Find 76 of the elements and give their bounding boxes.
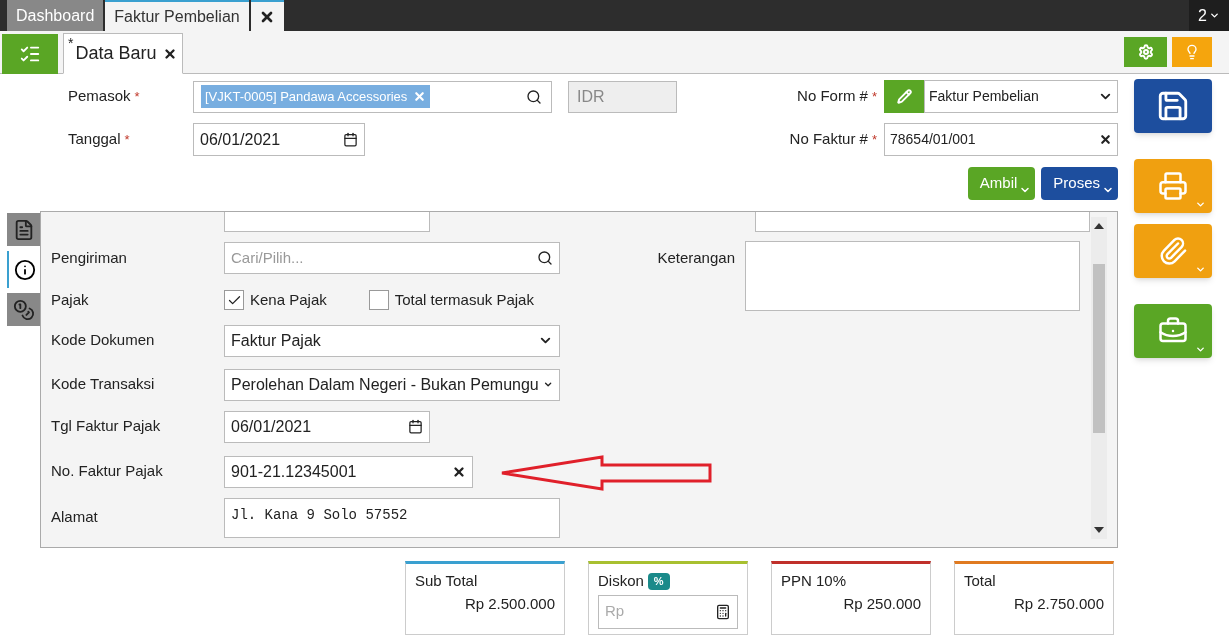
action-button[interactable]: Proses [1041, 167, 1118, 200]
edit-button[interactable] [884, 80, 924, 113]
field-label: Kode Transaksi [51, 374, 156, 395]
field-label: No Faktur # [789, 129, 868, 150]
card-value: Rp 2.500.000 [463, 593, 555, 614]
save-icon [1156, 89, 1190, 123]
settings-button[interactable] [1124, 37, 1167, 67]
invoice-field[interactable]: 78654/01/001 [884, 123, 1118, 156]
search-icon [526, 88, 542, 105]
tips-button[interactable] [1172, 37, 1212, 67]
text-area[interactable]: Jl. Kana 9 Solo 57552 [224, 497, 560, 538]
scrollbar[interactable] [1091, 217, 1107, 539]
required-mark: * [134, 87, 140, 106]
checkbox-label: Total termasuk Pajak [394, 290, 534, 310]
settings-icon [1137, 44, 1154, 60]
card-label: PPN 10% [781, 571, 848, 591]
chevron-down-icon [1195, 264, 1206, 275]
card-label: Total [964, 571, 997, 591]
clear-icon [1099, 133, 1112, 146]
input-field[interactable] [755, 212, 1090, 232]
field-label: Alamat [51, 507, 99, 528]
document-tab[interactable]: *Data Baru [63, 33, 183, 74]
input-field[interactable]: 901-21.12345001 [224, 455, 473, 488]
close-icon[interactable] [162, 46, 177, 61]
required-mark: * [871, 87, 877, 106]
calculator-icon [715, 603, 731, 620]
calendar-icon [343, 132, 358, 147]
checkbox-label: Kena Pajak [250, 290, 327, 310]
field-label: Pemasok [68, 86, 131, 107]
chevron-down-icon [1208, 10, 1220, 21]
remove-icon[interactable] [413, 90, 427, 103]
text-area[interactable] [745, 241, 1080, 311]
search-icon [537, 250, 553, 266]
card-value: Rp 250.000 [842, 593, 921, 614]
required-mark: * [124, 130, 130, 149]
field-label: Tanggal [68, 129, 121, 150]
field-label: Pengiriman [51, 247, 128, 268]
save-button[interactable] [1134, 79, 1212, 133]
print-button[interactable] [1134, 159, 1212, 213]
attach-button[interactable] [1134, 224, 1212, 278]
field-label: Keterangan [656, 248, 736, 268]
field-label: Pajak [51, 290, 90, 310]
chevron-down-icon [1195, 199, 1206, 210]
tab[interactable]: Faktur Pembelian [105, 0, 249, 31]
clear-icon [452, 464, 466, 479]
checkbox[interactable] [224, 290, 244, 311]
date-field[interactable]: 06/01/2021 [224, 410, 430, 443]
info-icon [13, 258, 36, 281]
calendar-icon [408, 419, 423, 434]
required-mark: * [871, 130, 877, 149]
printer-icon [1158, 171, 1188, 201]
card-label: Sub Total [415, 571, 479, 591]
checkbox[interactable] [368, 290, 389, 311]
paperclip-icon [1158, 236, 1188, 266]
pencil-icon [896, 89, 912, 104]
card-value: Rp 2.750.000 [1012, 593, 1104, 614]
chevron-down-icon [1195, 344, 1206, 355]
lightbulb-icon [1184, 44, 1200, 60]
percent-toggle[interactable]: % [647, 573, 670, 590]
menu-button[interactable] [2, 34, 58, 74]
field-label: No Form # [797, 86, 868, 107]
date-field[interactable]: 06/01/2021 [193, 123, 365, 156]
card-label: Diskon [598, 571, 644, 591]
field-label: Kode Dokumen [51, 330, 156, 351]
dropdown[interactable]: Perolehan Dalam Negeri - Bukan Pemungu [224, 368, 560, 401]
currency-field: IDR [568, 80, 677, 113]
field-label: Tgl Faktur Pajak [51, 416, 162, 437]
toolbox-button[interactable] [1134, 304, 1212, 358]
coins-icon [12, 298, 35, 321]
field-label: No. Faktur Pajak [51, 461, 164, 482]
form-dropdown[interactable]: Faktur Pembelian [924, 80, 1118, 113]
dropdown[interactable]: Faktur Pajak [224, 324, 560, 357]
close-tab-button[interactable] [250, 0, 284, 31]
input-field[interactable] [224, 212, 430, 232]
tab-count-button[interactable]: 2 [1189, 0, 1229, 31]
tab[interactable]: Dashboard [7, 0, 104, 31]
